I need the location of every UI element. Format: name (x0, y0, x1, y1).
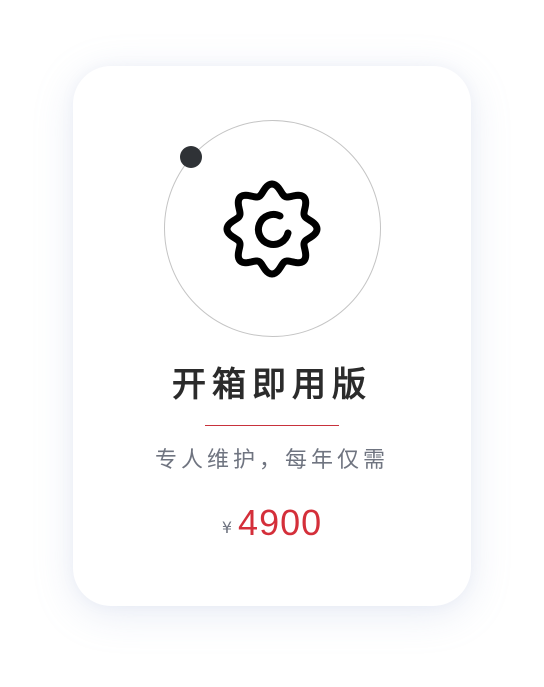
plan-title: 开箱即用版 (172, 365, 372, 405)
price: ¥4900 (73, 500, 471, 546)
title-divider (205, 425, 339, 426)
currency-symbol: ¥ (221, 518, 233, 537)
price-amount: 4900 (238, 502, 323, 543)
pricing-card[interactable]: 开箱即用版 专人维护，每年仅需 ¥4900 (73, 66, 471, 606)
gear-icon (223, 180, 321, 278)
orbit-dot (180, 146, 202, 168)
plan-subtitle: 专人维护，每年仅需 (154, 448, 389, 473)
